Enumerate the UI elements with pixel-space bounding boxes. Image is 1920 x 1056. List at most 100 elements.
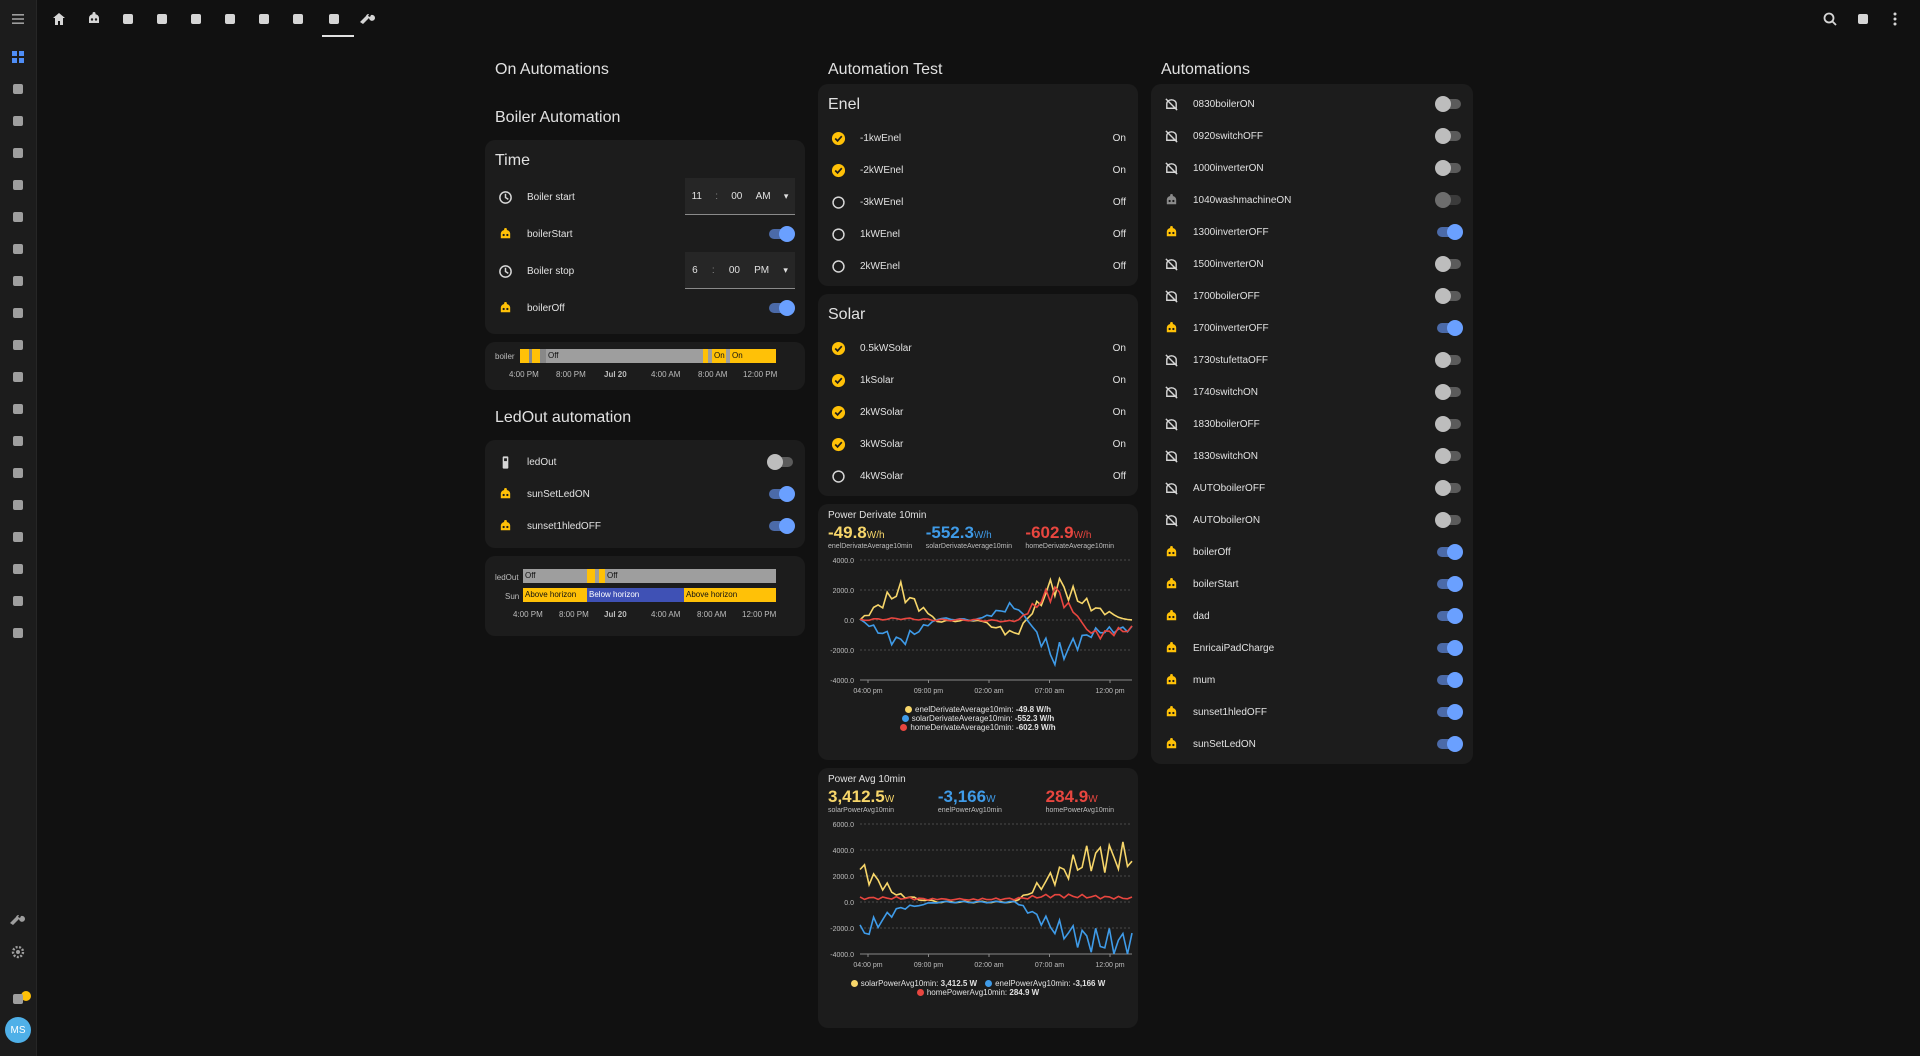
minute-value[interactable]: 00 [729,265,740,276]
view-tab-book-icon[interactable] [287,8,309,30]
legend-item[interactable]: homePowerAvg10min: 284.9 W [916,988,1039,997]
ledout-toggle[interactable] [769,518,795,534]
ledout-toggle[interactable] [767,454,793,470]
sidebar-logbook-icon[interactable] [6,109,30,133]
history-state-bar[interactable]: On [730,349,776,363]
time-input[interactable]: 6: 00 PM ▾ [685,252,795,289]
ledout-state-bar[interactable]: Off [605,569,776,583]
sidebar-history-icon-2[interactable] [6,429,30,453]
automation-row[interactable]: AUTOboilerOFF [1151,472,1473,504]
enel-row[interactable]: 1kWEnel Off [818,218,1138,250]
view-tab-network-icon[interactable] [151,8,173,30]
solar-row[interactable]: 3kWSolar On [818,428,1138,460]
automation-toggle[interactable] [769,226,795,242]
automation-toggle[interactable] [1435,288,1461,304]
history-state-bar[interactable]: Off [546,349,703,363]
sidebar-person-icon-2[interactable] [6,365,30,389]
hour-value[interactable]: 6 [692,265,698,276]
sidebar-dashboard-icon[interactable] [6,45,30,69]
automation-toggle[interactable] [1435,416,1461,432]
automation-toggle[interactable] [1435,96,1461,112]
hour-value[interactable]: 11 [692,191,702,202]
view-tab-home-icon[interactable] [48,8,70,30]
avatar[interactable]: MS [5,1017,31,1043]
sidebar-gauge-icon[interactable] [6,141,30,165]
automation-row[interactable]: boilerStart [1151,568,1473,600]
legend-item[interactable]: homeDerivateAverage10min: -602.9 W/h [900,723,1056,732]
assist-icon[interactable] [1852,8,1874,30]
view-tab-weather-icon[interactable] [117,8,139,30]
automation-row[interactable]: 1000inverterON [1151,152,1473,184]
sidebar-person-icon[interactable] [6,173,30,197]
sidebar-cloud-icon-2[interactable] [6,461,30,485]
entity-value-block[interactable]: 284.9W homePowerAvg10min [1046,787,1114,814]
solar-row[interactable]: 4kWSolar Off [818,460,1138,492]
automation-row[interactable]: 1040washmachineON [1151,184,1473,216]
automation-toggle[interactable] [1437,672,1463,688]
sidebar-history-icon[interactable] [6,237,30,261]
automation-row[interactable]: 1830switchON [1151,440,1473,472]
automation-toggle[interactable] [1437,224,1463,240]
entity-value-block[interactable]: -602.9W/h homeDerivateAverage10min [1025,523,1114,550]
automation-row[interactable]: 1700boilerOFF [1151,280,1473,312]
automation-toggle[interactable] [1437,736,1463,752]
solar-row[interactable]: 0.5kWSolar On [818,332,1138,364]
solar-row[interactable]: 1kSolar On [818,364,1138,396]
automation-row[interactable]: 1500inverterON [1151,248,1473,280]
automation-toggle[interactable] [1437,544,1463,560]
automation-row[interactable]: boilerOff [1151,536,1473,568]
time-input[interactable]: 11: 00 AM ▾ [685,178,795,215]
sidebar-media-icon[interactable] [6,557,30,581]
ledout-state-bar[interactable]: Off [523,569,587,583]
sidebar-strip-icon[interactable] [6,301,30,325]
solar-row[interactable]: 2kWSolar On [818,396,1138,428]
automation-row[interactable]: sunset1hledOFF [1151,696,1473,728]
enel-row[interactable]: -2kWEnel On [818,154,1138,186]
entity-value-block[interactable]: -3,166W enelPowerAvg10min [938,787,1002,814]
automation-row[interactable]: 0830boilerON [1151,88,1473,120]
history-state-bar[interactable] [532,349,540,363]
sun-state-bar[interactable]: Below horizon [587,588,684,602]
sidebar-vscode-icon[interactable] [6,621,30,645]
automation-toggle[interactable] [1435,256,1461,272]
sidebar-menu-icon[interactable] [6,7,30,31]
sidebar-energy-icon[interactable] [6,77,30,101]
automation-row[interactable]: dad [1151,600,1473,632]
view-tab-devices-icon[interactable] [219,8,241,30]
sidebar-network-icon[interactable] [6,589,30,613]
history-state-bar[interactable]: On [712,349,726,363]
sun-state-bar[interactable]: Above horizon [684,588,776,602]
sidebar-list-icon[interactable] [6,205,30,229]
automation-toggle[interactable] [1435,384,1461,400]
automation-toggle[interactable] [1435,480,1461,496]
sidebar-bell-icon[interactable] [6,987,30,1011]
chevron-down-icon[interactable]: ▾ [784,191,789,202]
sidebar-settings-icon[interactable] [6,940,30,964]
sun-state-bar[interactable]: Above horizon [523,588,587,602]
view-tab-robot-icon[interactable] [83,8,105,30]
ampm-value[interactable]: PM [754,265,769,276]
automation-row[interactable]: 1700inverterOFF [1151,312,1473,344]
automation-row[interactable]: 1300inverterOFF [1151,216,1473,248]
automation-row[interactable]: 0920switchOFF [1151,120,1473,152]
entity-value-block[interactable]: -49.8W/h enelDerivateAverage10min [828,523,912,550]
automation-toggle[interactable] [1435,352,1461,368]
automation-toggle[interactable] [769,300,795,316]
enel-row[interactable]: 2kWEnel Off [818,250,1138,282]
automation-toggle[interactable] [1435,160,1461,176]
automation-toggle[interactable] [1437,704,1463,720]
ledout-toggle[interactable] [769,486,795,502]
enel-row[interactable]: -1kwEnel On [818,122,1138,154]
ampm-value[interactable]: AM [756,191,771,202]
enel-row[interactable]: -3kWEnel Off [818,186,1138,218]
automation-row[interactable]: 1730stufettaOFF [1151,344,1473,376]
legend-item[interactable]: solarPowerAvg10min: 3,412.5 W [850,979,977,988]
legend-item[interactable]: solarDerivateAverage10min: -552.3 W/h [901,714,1054,723]
automation-row[interactable]: AUTOboilerON [1151,504,1473,536]
automation-toggle[interactable] [1435,448,1461,464]
ledout-state-bar[interactable] [587,569,595,583]
automation-row[interactable]: mum [1151,664,1473,696]
sidebar-cloud-icon[interactable] [6,269,30,293]
automation-toggle[interactable] [1437,640,1463,656]
view-tab-heater-icon[interactable] [185,8,207,30]
